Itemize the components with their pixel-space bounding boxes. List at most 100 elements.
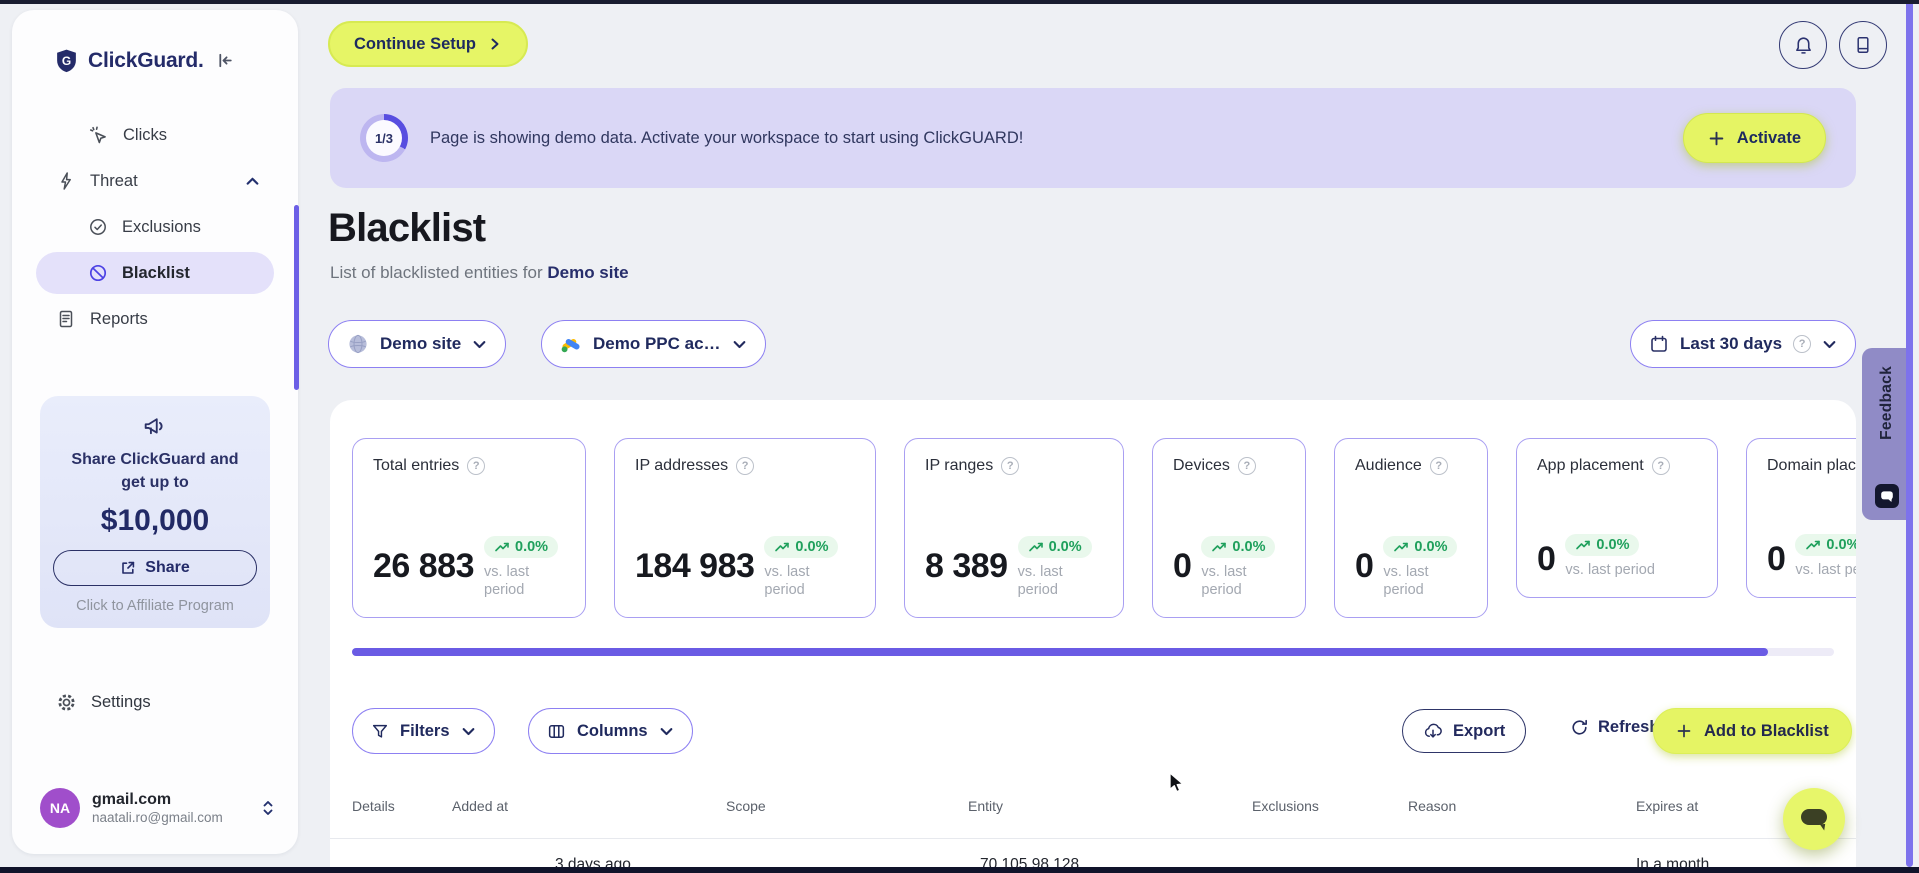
ban-icon [88,263,108,283]
bell-icon [1793,35,1814,56]
account-switcher[interactable]: NA gmail.com naatali.ro@gmail.com [40,788,276,828]
seal-check-icon [88,217,108,237]
ppc-account-selector[interactable]: Demo PPC ac… [541,320,766,368]
share-button-label: Share [145,559,190,577]
continue-setup-button[interactable]: Continue Setup [328,21,528,67]
sidebar-item-reports[interactable]: Reports [36,298,274,340]
help-icon[interactable]: ? [1651,457,1670,475]
content-panel: Total entries? 26 883 0.0% vs. last peri… [330,400,1856,873]
sidebar-item-blacklist[interactable]: Blacklist [36,252,274,294]
chevron-up-icon[interactable] [245,174,260,189]
stat-label: Domain placement [1767,457,1856,474]
lightning-icon [56,171,76,191]
globe-icon [347,333,369,355]
avatar: NA [40,788,80,828]
setup-progress-step: 1/3 [366,120,402,156]
help-icon: ? [1793,335,1812,353]
sidebar-item-threat[interactable]: Threat [36,160,274,202]
sidebar: G ClickGuard. Clicks Threat Exclusions B… [12,10,299,854]
help-icon[interactable]: ? [1237,457,1256,475]
sidebar-item-clicks[interactable]: Clicks [36,114,274,156]
page-subtitle: List of blacklisted entities for Demo si… [330,263,629,283]
trend-up-icon [1212,542,1227,552]
sidebar-collapse-icon[interactable] [214,50,235,71]
chat-widget-button[interactable] [1783,788,1845,850]
trend-up-icon [1806,540,1821,550]
account-email: naatali.ro@gmail.com [92,809,223,825]
plus-icon [1708,130,1725,147]
trend-up-icon [1028,542,1043,552]
help-icon[interactable]: ? [1429,457,1448,475]
affiliate-link[interactable]: Click to Affiliate Program [52,598,258,614]
chevron-down-icon [461,724,476,739]
brand-logo[interactable]: G ClickGuard. [54,48,204,73]
sidebar-scroll-indicator[interactable] [294,205,299,390]
docs-button[interactable] [1839,21,1887,69]
filters-button[interactable]: Filters [352,708,495,754]
add-to-blacklist-label: Add to Blacklist [1704,721,1829,740]
column-header-reason[interactable]: Reason [1408,798,1456,814]
stat-caption: vs. last period [1201,563,1247,598]
share-button[interactable]: Share [53,550,257,587]
brand-name: ClickGuard. [88,48,204,72]
page-vertical-scrollbar[interactable] [1906,0,1913,867]
column-header-added-at[interactable]: Added at [452,798,508,814]
columns-button[interactable]: Columns [528,708,693,754]
sidebar-item-settings[interactable]: Settings [56,692,151,713]
stats-card-row: Total entries? 26 883 0.0% vs. last peri… [352,438,1856,618]
page-title: Blacklist [328,206,486,250]
trend-up-icon [775,542,790,552]
stat-card-domain-placement: Domain placement? 0 0.0% vs. last period [1746,438,1856,598]
help-icon[interactable]: ? [736,457,755,475]
scrollbar-thumb[interactable] [352,648,1768,656]
stat-value: 26 883 [373,547,475,585]
stat-caption: vs. last period [764,563,810,598]
delta-badge: 0.0% [1383,535,1458,558]
stat-label: IP ranges [925,457,994,474]
chevron-down-icon [472,337,487,352]
column-header-details[interactable]: Details [352,798,395,814]
stat-card-audience: Audience? 0 0.0% vs. last period [1334,438,1488,618]
stat-value: 0 [1355,547,1374,585]
refresh-label: Refresh [1598,718,1660,736]
delta-badge: 0.0% [1201,535,1276,558]
external-link-icon [120,560,136,576]
date-range-value: Last 30 days [1680,334,1783,353]
stat-value: 184 983 [635,547,755,585]
cards-horizontal-scrollbar[interactable] [352,648,1834,656]
export-label: Export [1453,721,1506,740]
sidebar-nav: Clicks Threat Exclusions Blacklist Repor… [12,110,298,344]
feedback-tab[interactable]: Feedback [1862,348,1912,520]
svg-text:G: G [62,54,71,68]
delta-badge: 0.0% [1795,533,1856,556]
chat-bubble-icon [1798,804,1830,834]
google-ads-icon [560,333,582,355]
stat-caption: vs. last period [484,563,530,598]
stat-caption: vs. last period [1017,563,1063,598]
stat-caption: vs. last period [1383,563,1429,598]
column-header-scope[interactable]: Scope [726,798,766,814]
help-icon[interactable]: ? [1001,457,1020,475]
table-header-divider [330,838,1856,839]
sidebar-item-exclusions[interactable]: Exclusions [36,206,274,248]
notifications-button[interactable] [1779,21,1827,69]
window-bottom-edge [0,867,1919,873]
stat-label: IP addresses [635,457,729,474]
activate-button[interactable]: Activate [1682,113,1826,163]
activate-label: Activate [1736,128,1801,147]
column-header-exclusions[interactable]: Exclusions [1252,798,1319,814]
export-button[interactable]: Export [1402,709,1527,753]
affiliate-promo-card[interactable]: Share ClickGuard and get up to $10,000 S… [40,396,270,629]
plus-icon [1676,723,1692,739]
columns-icon [547,722,566,741]
add-to-blacklist-button[interactable]: Add to Blacklist [1653,708,1852,754]
column-header-entity[interactable]: Entity [968,798,1003,814]
filters-label: Filters [400,721,450,740]
date-range-selector[interactable]: Last 30 days ? [1630,320,1857,368]
refresh-icon [1570,718,1589,737]
help-icon[interactable]: ? [467,457,486,475]
column-header-expires-at[interactable]: Expires at [1636,798,1698,814]
site-selector[interactable]: Demo site [328,320,507,368]
table-toolbar: Filters Columns Export Refresh Add to Bl… [330,706,1856,756]
refresh-button[interactable]: Refresh [1570,718,1659,737]
